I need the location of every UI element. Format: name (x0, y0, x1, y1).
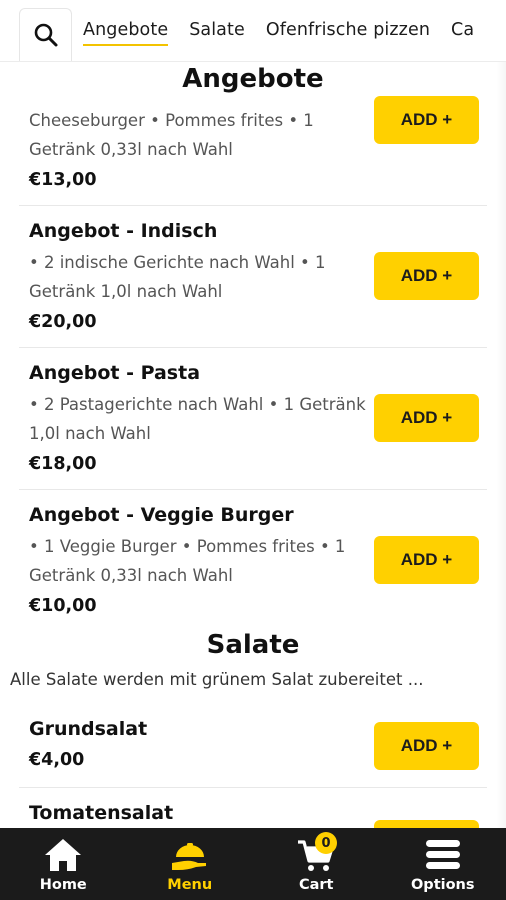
nav-options[interactable]: Options (380, 828, 506, 900)
item-name: Tomatensalat (29, 802, 174, 824)
scroll-edge (496, 62, 506, 828)
section-title-salate: Salate (206, 630, 300, 660)
tab-salate[interactable]: Salate (189, 20, 245, 46)
menu-item: Grundsalat €4,00 ADD + (19, 702, 487, 788)
section-title-angebote: Angebote (182, 64, 324, 94)
menu-item: Cheeseburger • Pommes frites • 1 Getränk… (19, 96, 487, 206)
search-icon (34, 23, 57, 47)
search-button[interactable] (19, 8, 72, 61)
nav-cart[interactable]: 0 Cart (253, 828, 380, 900)
section-description: Alle Salate werden mit grünem Salat zube… (10, 670, 424, 689)
home-icon (43, 835, 83, 875)
menu-dish-icon (170, 835, 210, 875)
item-description: • 2 indische Gerichte nach Wahl • 1 Getr… (29, 253, 326, 301)
tab-angebote[interactable]: Angebote (83, 20, 169, 46)
menu-list[interactable]: Angebote Cheeseburger • Pommes frites • … (0, 62, 506, 828)
add-button[interactable]: ADD + (374, 394, 479, 442)
nav-menu[interactable]: Menu (127, 828, 254, 900)
bottom-navigation: Home Menu 0 Cart Options (0, 828, 506, 900)
nav-label: Cart (298, 877, 334, 893)
add-button[interactable]: ADD + (374, 252, 479, 300)
item-description: • 2 Pastagerichte nach Wahl • 1 Getränk … (29, 395, 366, 443)
add-button[interactable]: ADD + (374, 536, 479, 584)
item-price: €18,00 (29, 454, 97, 474)
item-name: Grundsalat (29, 718, 148, 740)
add-button[interactable]: ADD + (374, 722, 479, 770)
nav-home[interactable]: Home (0, 828, 127, 900)
hamburger-icon (423, 835, 463, 875)
menu-item: Angebot - Indisch • 2 indische Gerichte … (19, 206, 487, 348)
menu-item: Angebot - Veggie Burger • 1 Veggie Burge… (19, 490, 487, 624)
item-description: • 1 Veggie Burger • Pommes frites • 1 Ge… (29, 537, 346, 585)
nav-label: Options (410, 877, 475, 893)
item-price: €13,00 (29, 170, 97, 190)
item-price: €10,00 (29, 596, 97, 616)
category-tabs: Angebote Salate Ofenfrische pizzen Ca (83, 20, 495, 46)
item-name: Angebot - Veggie Burger (29, 504, 294, 526)
item-name: Angebot - Pasta (29, 362, 201, 384)
cart-count-badge: 0 (315, 832, 337, 854)
nav-label: Home (39, 877, 87, 893)
item-price: €20,00 (29, 312, 97, 332)
category-tab-bar: Angebote Salate Ofenfrische pizzen Ca (0, 0, 506, 62)
add-button[interactable] (374, 820, 479, 828)
menu-item: Tomatensalat (19, 788, 487, 828)
menu-item: Angebot - Pasta • 2 Pastagerichte nach W… (19, 348, 487, 490)
item-description: Cheeseburger • Pommes frites • 1 Getränk… (29, 111, 314, 159)
item-price: €4,00 (29, 750, 85, 770)
item-name: Angebot - Indisch (29, 220, 218, 242)
tab-ofenfrische-pizzen[interactable]: Ofenfrische pizzen (266, 20, 430, 46)
add-button[interactable]: ADD + (374, 96, 479, 144)
nav-label: Menu (167, 877, 213, 893)
tab-ca[interactable]: Ca (451, 20, 474, 46)
